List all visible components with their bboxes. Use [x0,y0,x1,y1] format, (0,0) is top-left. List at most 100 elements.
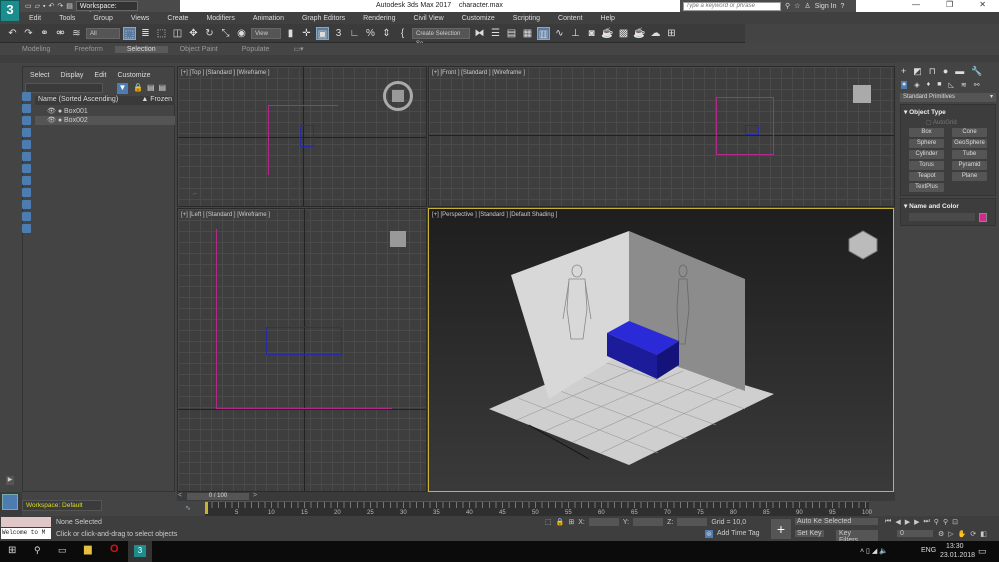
viewport-front[interactable]: [+] [Front ] [Standard ] [Wireframe ] [428,66,895,207]
current-frame-marker[interactable] [205,502,208,514]
help-icon[interactable]: ? [841,3,845,10]
motion-tab-icon[interactable]: ● [943,66,948,77]
explorer-menu-select[interactable]: Select [30,72,49,79]
column-frozen[interactable]: ▲ Frozen [141,96,172,105]
search-icon[interactable]: ⚲ [34,545,41,556]
undo-icon[interactable]: ↶ [49,2,55,10]
render-cloud-icon[interactable]: ☁ [649,27,662,40]
key-mode-dropdown[interactable]: Selected [822,518,878,525]
geosphere-button[interactable]: GeoSphere [952,139,987,148]
absolute-mode-icon[interactable]: ⊞ [568,518,574,526]
tab-object-paint[interactable]: Object Paint [168,46,230,53]
menu-help[interactable]: Help [592,15,624,22]
next-frame-icon[interactable]: ▶ [914,518,919,526]
go-to-end-icon[interactable]: ⏭ [923,518,929,526]
select-object-icon[interactable]: ⬚ [123,26,136,40]
keyboard-shortcut-icon[interactable]: ✛ [300,27,313,40]
tab-freeform[interactable]: Freeform [62,46,114,53]
menu-edit[interactable]: Edit [20,15,50,22]
material-editor-icon[interactable]: ◙ [585,27,598,40]
project-icon[interactable]: ▤ [66,2,73,10]
tab-modeling[interactable]: Modeling [10,46,62,53]
open-file-icon[interactable]: ▱ [35,2,40,10]
tray-icons[interactable]: ˄ ▯ ◢ 🔈 [860,547,888,555]
select-by-name-icon[interactable]: ≣ [139,27,152,40]
new-file-icon[interactable]: ▭ [25,2,32,10]
display-helpers-icon[interactable] [22,140,31,149]
rendered-frame-icon[interactable]: ▩ [617,27,630,40]
star-icon[interactable]: ☆ [794,2,800,10]
curve-editor-mini-icon[interactable]: ∿ [185,504,191,512]
undo-icon[interactable]: ↶ [6,27,19,40]
pivot-icon[interactable]: ▮ [284,27,297,40]
display-spacewarps-icon[interactable] [22,152,31,161]
rollout-title[interactable]: Object Type [909,109,946,116]
spacewarps-icon[interactable]: ≋ [961,81,967,89]
viewport-left[interactable]: [+] [Left ] [Standard ] [Wireframe ] [177,208,427,492]
x-coordinate-input[interactable] [588,518,619,526]
display-cameras-icon[interactable] [22,128,31,137]
viewport-label[interactable]: [+] [Left ] [Standard ] [Wireframe ] [181,212,270,218]
binoculars-icon[interactable]: ⚲ [785,2,790,10]
create-tab-icon[interactable]: + [901,66,906,77]
opera-icon[interactable]: O [110,543,119,555]
plane-button[interactable]: Plane [952,172,987,181]
save-icon[interactable]: ▪ [43,3,45,10]
clock-time[interactable]: 13:30 [946,543,964,550]
maxscript-listener-input[interactable] [1,517,51,527]
display-containers-icon[interactable] [22,200,31,209]
go-to-start-icon[interactable]: ⏮ [885,518,891,526]
snaps-3d-icon[interactable]: 3 [332,27,345,40]
current-frame-input[interactable]: 0 [897,530,933,537]
display-geometry-icon[interactable] [22,92,31,101]
lights-icon[interactable]: ♦ [927,81,931,89]
zoom-all-icon[interactable]: ⚲ [943,518,948,526]
set-key-button[interactable]: Set Key [795,530,824,537]
add-key-button[interactable]: + [771,519,791,539]
menu-scripting[interactable]: Scripting [504,15,549,22]
bind-space-warp-icon[interactable]: ≋ [70,27,83,40]
display-shapes-icon[interactable] [22,104,31,113]
display-groups-icon[interactable] [22,164,31,173]
cone-button[interactable]: Cone [952,128,987,137]
add-time-tag-button[interactable]: Add Time Tag [717,530,760,538]
rectangular-selection-icon[interactable]: ⬚ [155,27,168,40]
time-slider-thumb[interactable]: 0 / 100 [187,493,249,500]
display-bones-icon[interactable] [22,188,31,197]
layer-explorer-icon[interactable]: ▦ [521,27,534,40]
menu-animation[interactable]: Animation [244,15,293,22]
display-frozen-icon[interactable] [22,212,31,221]
time-config-icon[interactable]: ⚙ [938,530,944,538]
menu-rendering[interactable]: Rendering [354,15,404,22]
language-indicator[interactable]: ENG [921,547,936,554]
box-button[interactable]: Box [909,128,944,137]
placement-icon[interactable]: ◉ [235,27,248,40]
scene-explorer-icon[interactable]: ▤ [505,27,518,40]
autogrid-checkbox[interactable]: ▢ AutoGrid [904,119,992,126]
spinner-snap-icon[interactable]: ⇕ [380,27,393,40]
explorer-menu-edit[interactable]: Edit [94,72,106,79]
ribbon-options-icon[interactable]: ▭▾ [281,45,315,53]
file-explorer-icon[interactable]: ▆ [84,544,92,555]
zoom-extents-icon[interactable]: ⊡ [952,518,958,526]
y-coordinate-input[interactable] [633,518,664,526]
scale-icon[interactable]: ⤡ [219,27,232,40]
helpers-icon[interactable]: ◺ [948,81,953,89]
named-selection-dropdown[interactable]: Create Selection Se [412,27,470,47]
restore-button[interactable]: ❐ [946,0,953,12]
utilities-tab-icon[interactable]: 🔧 [971,66,982,77]
render-setup-icon[interactable]: ☕ [601,27,614,40]
explorer-menu-display[interactable]: Display [60,72,83,79]
orbit-icon[interactable]: ⟳ [970,530,976,538]
menu-customize[interactable]: Customize [453,15,504,22]
task-view-icon[interactable]: ▭ [58,545,67,556]
menu-content[interactable]: Content [549,15,592,22]
close-button[interactable]: ✕ [979,0,986,12]
sign-in-link[interactable]: Sign In [815,3,837,10]
cylinder-button[interactable]: Cylinder [909,150,944,159]
window-crossing-icon[interactable]: ◫ [171,27,184,40]
hierarchy-tab-icon[interactable]: ⊓ [929,66,936,77]
display-xrefs-icon[interactable] [22,176,31,185]
link-icon[interactable]: ⚭ [38,27,51,40]
list-item[interactable]: 👁 ● Box001 [35,107,175,116]
